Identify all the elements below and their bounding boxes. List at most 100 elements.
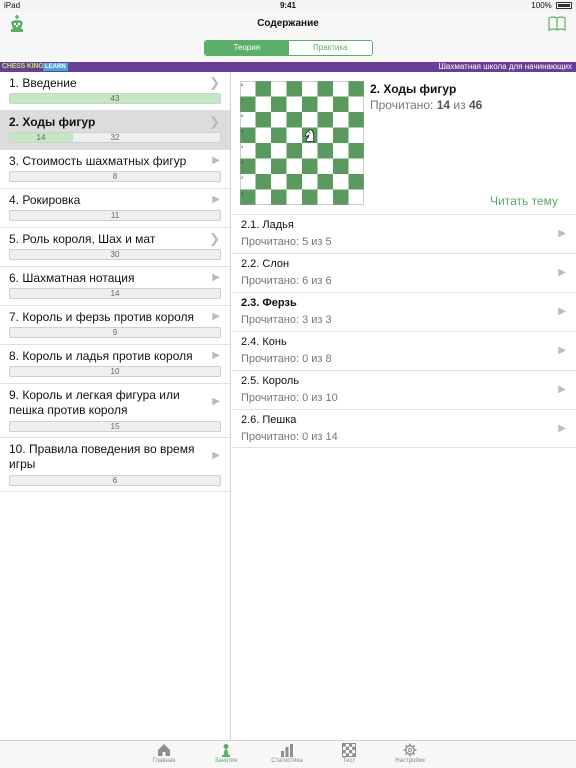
lesson-title: 6. Шахматная нотация <box>9 271 135 285</box>
detail-read-progress: Прочитано: 14 из 46 <box>370 98 482 112</box>
board-square <box>286 112 302 128</box>
board-square <box>333 127 349 143</box>
progress-remaining: 32 <box>110 133 120 142</box>
lesson-title: 5. Роль короля, Шах и мат <box>9 232 156 246</box>
progress-count: 14 <box>110 289 120 298</box>
lesson-progress-bar: 8 <box>9 171 221 182</box>
read-topic-button[interactable]: Читать тему <box>490 194 558 208</box>
play-arrow-icon: ▶ <box>212 350 220 361</box>
status-bar: iPad 9:41 100% <box>0 0 576 12</box>
lesson-list: 1. Введение ❯ 43 2. Ходы фигур ❯ 14 32 3… <box>0 72 231 740</box>
topic-read-count: Прочитано: 5 из 5 <box>241 236 332 248</box>
play-arrow-icon: ▶ <box>558 267 566 278</box>
segment-practice[interactable]: Практика <box>288 41 372 55</box>
lesson-item[interactable]: 3. Стоимость шахматных фигур ▶ 8 <box>0 150 230 189</box>
navigation-bar: Содержание Теория Практика <box>0 12 576 62</box>
topic-row[interactable]: 2.2. Слон Прочитано: 6 из 6 ▶ <box>232 253 576 292</box>
lesson-title: 7. Король и ферзь против короля <box>9 310 195 324</box>
tab-statistics[interactable]: Статистика <box>262 742 312 764</box>
board-square <box>302 81 318 97</box>
board-square <box>302 96 318 112</box>
board-square <box>271 96 287 112</box>
board-square <box>255 189 271 205</box>
lesson-title: 9. Король и легкая фигура или пешка прот… <box>9 388 180 417</box>
topic-row[interactable]: 2.1. Ладья Прочитано: 5 из 5 ▶ <box>232 214 576 253</box>
lesson-title: 3. Стоимость шахматных фигур <box>9 154 187 168</box>
lesson-item[interactable]: 4. Рокировка ▶ 11 <box>0 189 230 228</box>
board-square <box>333 143 349 159</box>
lesson-item[interactable]: 6. Шахматная нотация ▶ 14 <box>0 267 230 306</box>
progress-count: 11 <box>110 211 120 220</box>
brand-banner: CHESS KING LEARN Шахматная школа для нач… <box>0 62 576 72</box>
play-arrow-icon: ▶ <box>558 306 566 317</box>
topic-title: 2.4. Конь <box>241 336 287 348</box>
book-icon[interactable] <box>548 16 566 32</box>
board-square <box>286 143 302 159</box>
theory-practice-switch: Теория Практика <box>204 40 373 56</box>
topic-title: 2.2. Слон <box>241 258 290 270</box>
board-square <box>271 112 287 128</box>
play-arrow-icon: ▶ <box>212 155 220 166</box>
progress-count: 14 <box>36 133 46 142</box>
tab-lessons[interactable]: Занятия <box>201 742 251 764</box>
brand-name: CHESS KING <box>2 63 44 70</box>
chessboard-preview[interactable]: 87654321 <box>240 80 364 207</box>
tab-bar: Главная Занятия Статистика Тест Настройк… <box>0 740 576 768</box>
lesson-item[interactable]: 7. Король и ферзь против короля ▶ 9 <box>0 306 230 345</box>
lesson-progress-bar: 30 <box>9 249 221 260</box>
topic-row[interactable]: 2.6. Пешка Прочитано: 0 из 14 ▶ <box>232 409 576 448</box>
lesson-item[interactable]: 10. Правила поведения во время игры ▶ 6 <box>0 438 230 492</box>
board-square <box>348 81 364 97</box>
lesson-title: 10. Правила поведения во время игры <box>9 442 195 471</box>
lesson-item[interactable]: 9. Король и легкая фигура или пешка прот… <box>0 384 230 438</box>
lesson-progress-bar: 11 <box>9 210 221 221</box>
lesson-progress-bar: 10 <box>9 366 221 377</box>
board-square <box>271 158 287 174</box>
play-arrow-icon: ▶ <box>212 396 220 407</box>
chevron-right-icon: ❯ <box>209 231 220 246</box>
board-square <box>255 174 271 190</box>
topic-row[interactable]: 2.4. Конь Прочитано: 0 из 8 ▶ <box>232 331 576 370</box>
topic-row[interactable]: 2.3. Ферзь Прочитано: 3 из 3 ▶ <box>232 292 576 331</box>
board-square <box>317 112 333 128</box>
lesson-item[interactable]: 5. Роль короля, Шах и мат ❯ 30 <box>0 228 230 267</box>
page-title: Содержание <box>257 18 319 29</box>
segment-theory[interactable]: Теория <box>205 41 289 55</box>
lesson-progress-bar: 9 <box>9 327 221 338</box>
lesson-title: 1. Введение <box>9 76 77 90</box>
board-square <box>302 158 318 174</box>
board-square <box>348 143 364 159</box>
progress-count: 43 <box>110 94 120 103</box>
tab-test[interactable]: Тест <box>324 742 374 764</box>
progress-count: 9 <box>112 328 118 337</box>
tab-label: Главная <box>152 758 176 764</box>
lesson-progress-bar: 14 32 <box>9 132 221 143</box>
tab-home[interactable]: Главная <box>139 742 189 764</box>
board-square <box>333 112 349 128</box>
lesson-item-selected[interactable]: 2. Ходы фигур ❯ 14 32 <box>0 111 230 150</box>
topic-row[interactable]: 2.5. Король Прочитано: 0 из 10 ▶ <box>232 370 576 409</box>
play-arrow-icon: ▶ <box>558 423 566 434</box>
board-square <box>286 189 302 205</box>
banner-tagline: Шахматная школа для начинающих <box>438 62 572 71</box>
battery-icon <box>556 2 572 9</box>
board-square <box>348 158 364 174</box>
lesson-title: 2. Ходы фигур <box>9 115 96 129</box>
tab-settings[interactable]: Настройки <box>385 742 435 764</box>
board-square <box>255 158 271 174</box>
topic-title: 2.3. Ферзь <box>241 297 297 309</box>
board-square <box>286 81 302 97</box>
lesson-item[interactable]: 8. Король и ладья против короля ▶ 10 <box>0 345 230 384</box>
board-square <box>333 158 349 174</box>
topic-read-count: Прочитано: 0 из 8 <box>241 353 332 365</box>
progress-count: 6 <box>112 476 118 485</box>
board-square <box>317 96 333 112</box>
lesson-item[interactable]: 1. Введение ❯ 43 <box>0 72 230 111</box>
progress-count: 8 <box>112 172 118 181</box>
chessboard-icon <box>342 743 356 757</box>
board-square <box>317 143 333 159</box>
progress-count: 30 <box>110 250 120 259</box>
chevron-right-icon: ❯ <box>209 75 220 90</box>
board-square <box>348 96 364 112</box>
lesson-title: 8. Король и ладья против короля <box>9 349 193 363</box>
